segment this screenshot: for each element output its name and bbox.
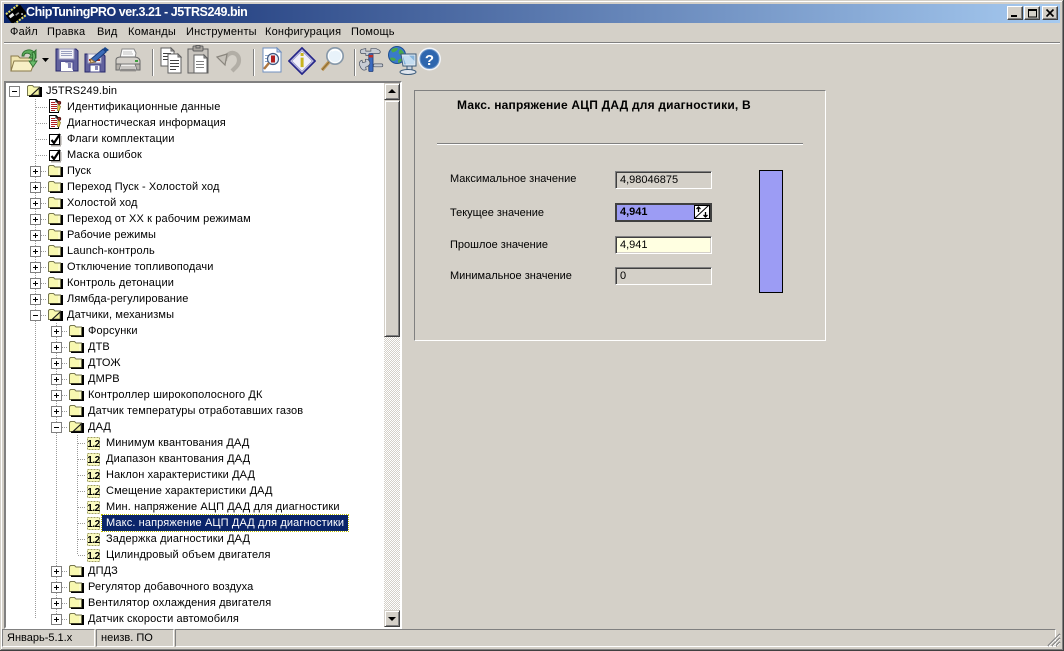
svg-text:1.2: 1.2 [87, 519, 100, 530]
svg-text:1.2: 1.2 [87, 439, 100, 450]
svg-text:1.2: 1.2 [87, 503, 100, 514]
svg-text:1.2: 1.2 [87, 551, 100, 562]
svg-text:1.2: 1.2 [87, 535, 100, 546]
svg-text:1.2: 1.2 [87, 455, 100, 466]
svg-text:1.2: 1.2 [87, 471, 100, 482]
svg-text:1.2: 1.2 [87, 487, 100, 498]
svg-text:?: ? [425, 52, 434, 69]
